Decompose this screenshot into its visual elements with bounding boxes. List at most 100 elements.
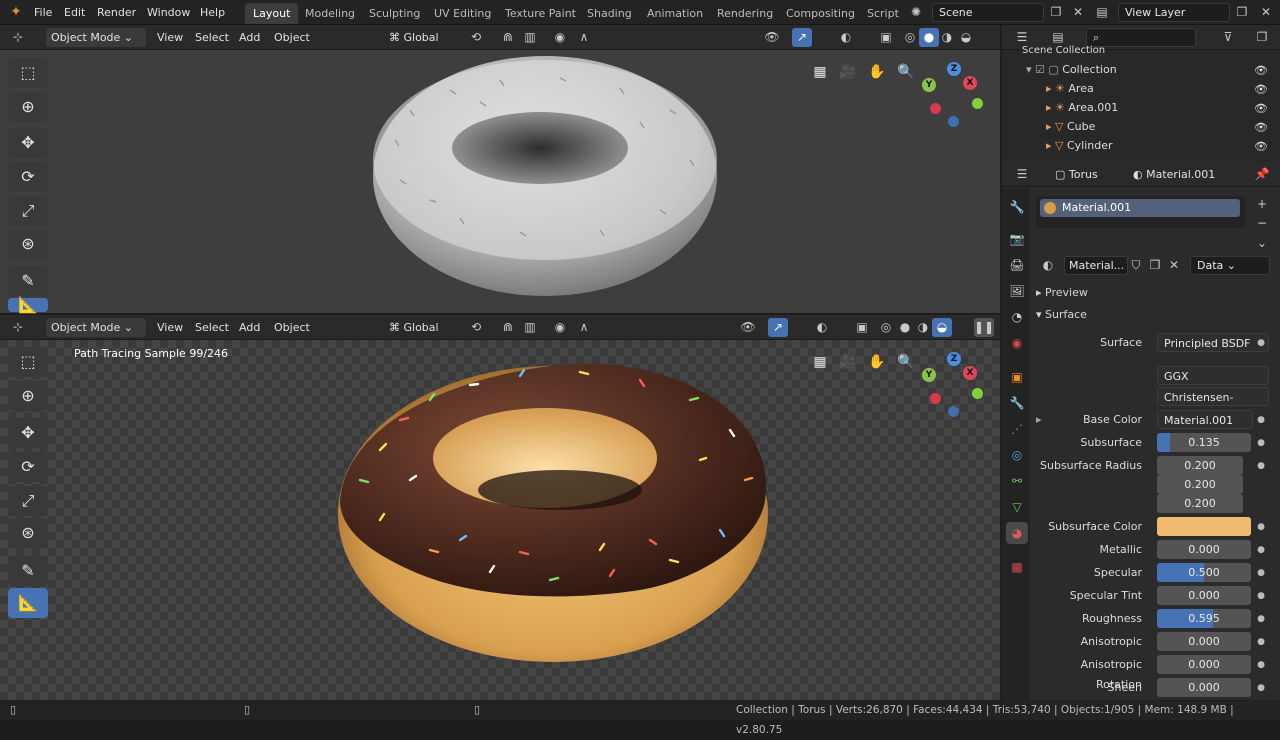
preview-panel-header[interactable]: ▸ Preview — [1036, 284, 1088, 302]
rendered-shading-icon[interactable]: ◒ — [956, 28, 976, 47]
anisotropic-rotation-slider[interactable]: 0.000 — [1157, 655, 1251, 674]
gizmo-neg-x[interactable] — [930, 103, 941, 114]
surface-panel-header[interactable]: ▾ Surface — [1036, 306, 1087, 324]
tab-scripting[interactable]: Script — [859, 3, 907, 24]
roughness-slider[interactable]: 0.595 — [1157, 609, 1251, 628]
link-socket-icon[interactable]: ● — [1254, 543, 1268, 557]
slot-menu-icon[interactable]: ⌄ — [1252, 234, 1272, 253]
gizmo-z-axis[interactable]: Z — [947, 62, 961, 76]
link-socket-icon[interactable]: ● — [1254, 566, 1268, 580]
gizmo-neg-z-2[interactable] — [948, 406, 959, 417]
mode-selector-2[interactable]: Object Mode ⌄ — [46, 318, 146, 337]
wireframe-shading-icon[interactable]: ◎ — [900, 28, 920, 47]
object-tab-icon[interactable]: ▣ — [1006, 366, 1028, 388]
transform-tool[interactable]: ⊛ — [8, 229, 48, 259]
gizmo-z-axis-2[interactable]: Z — [947, 352, 961, 366]
anisotropic-slider[interactable]: 0.000 — [1157, 632, 1251, 651]
eye-icon[interactable]: 👁 — [1254, 121, 1268, 134]
scene-collection-row[interactable]: Scene Collection — [1022, 45, 1262, 57]
tab-layout[interactable]: Layout — [245, 3, 299, 24]
gizmo-neg-x-2[interactable] — [930, 393, 941, 404]
solid-shading-icon-2[interactable]: ● — [895, 318, 915, 337]
viewport-top[interactable] — [0, 50, 1000, 313]
viewport-bottom[interactable] — [0, 340, 1000, 700]
tab-sculpting[interactable]: Sculpting — [361, 3, 428, 24]
scale-tool-2[interactable]: ⤢ — [8, 486, 48, 516]
unlink-material-icon[interactable]: ✕ — [1164, 256, 1184, 275]
outliner-item-cube[interactable]: ▸ ▽ Cube — [1002, 117, 1280, 136]
scale-tool[interactable]: ⤢ — [8, 196, 48, 226]
gizmo-y-axis[interactable]: Y — [922, 78, 936, 92]
visibility-icon[interactable]: 👁 — [762, 28, 782, 47]
rendered-shading-icon-2[interactable]: ◒ — [932, 318, 952, 337]
scene-tab-icon[interactable]: ◔ — [1006, 306, 1028, 328]
add-menu-2[interactable]: Add — [234, 318, 265, 337]
link-socket-icon[interactable]: ● — [1254, 681, 1268, 695]
subsurface-radius-y[interactable]: 0.200 — [1157, 475, 1243, 494]
tab-modeling[interactable]: Modeling — [297, 3, 363, 24]
perspective-toggle-icon[interactable]: ▦ — [808, 60, 832, 84]
menu-edit[interactable]: Edit — [58, 3, 91, 22]
annotate-tool[interactable]: ✎ — [8, 266, 48, 296]
cursor-tool[interactable]: ⊕ — [8, 92, 48, 122]
falloff-icon-2[interactable]: ∧ — [574, 318, 594, 337]
link-socket-icon[interactable]: ● — [1254, 520, 1268, 534]
orientation-selector-2[interactable]: ⌘ Global — [384, 318, 458, 337]
tab-animation[interactable]: Animation — [639, 3, 711, 24]
tab-compositing[interactable]: Compositing — [778, 3, 863, 24]
tab-texture-paint[interactable]: Texture Paint — [497, 3, 584, 24]
pan-view-icon-2[interactable]: ✋ — [865, 350, 889, 374]
duplicate-material-icon[interactable]: ❐ — [1145, 256, 1165, 275]
delete-view-layer-icon[interactable]: ✕ — [1256, 3, 1276, 22]
world-tab-icon[interactable]: ◉ — [1006, 332, 1028, 354]
specular-tint-slider[interactable]: 0.000 — [1157, 586, 1251, 605]
gizmo-neg-y-2[interactable] — [972, 388, 983, 399]
base-color-field[interactable]: Material.001 Ba... — [1157, 410, 1253, 429]
view-layer-field[interactable]: View Layer — [1118, 3, 1230, 22]
select-menu-2[interactable]: Select — [190, 318, 234, 337]
cursor-tool-2[interactable]: ⊕ — [8, 381, 48, 411]
outliner-item-cylinder[interactable]: ▸ ▽ Cylinder — [1002, 136, 1280, 155]
tool-tab-icon[interactable]: 🔧 — [1006, 196, 1028, 218]
select-box-tool-2[interactable]: ⬚ — [8, 347, 48, 377]
eye-icon[interactable]: 👁 — [1254, 140, 1268, 153]
gizmo-toggle-icon[interactable]: ↗ — [792, 28, 812, 47]
view-layer-icon[interactable]: ▤ — [1092, 3, 1112, 22]
new-scene-icon[interactable]: ❐ — [1046, 3, 1066, 22]
properties-editor-icon[interactable]: ☰ — [1012, 165, 1032, 184]
add-slot-icon[interactable]: + — [1252, 195, 1272, 214]
gizmo-x-axis-2[interactable]: X — [963, 366, 977, 380]
snap-icon[interactable]: ⋒ — [498, 28, 518, 47]
menu-help[interactable]: Help — [194, 3, 231, 22]
material-shading-icon[interactable]: ◑ — [937, 28, 957, 47]
subsurface-method-select[interactable]: Christensen-Burley — [1157, 387, 1269, 423]
camera-view-icon[interactable]: 🎥 — [836, 60, 860, 84]
editor-type-icon-2[interactable]: ⊹ — [8, 318, 28, 337]
gizmo-neg-y[interactable] — [972, 98, 983, 109]
link-socket-icon[interactable]: ● — [1254, 413, 1268, 427]
subsurface-radius-z[interactable]: 0.200 — [1157, 494, 1243, 513]
pin-icon[interactable]: 📌 — [1252, 165, 1272, 184]
surface-shader-field[interactable]: Principled BSDF — [1157, 333, 1269, 352]
falloff-icon[interactable]: ∧ — [574, 28, 594, 47]
tab-rendering[interactable]: Rendering — [709, 3, 781, 24]
link-socket-icon[interactable]: ● — [1254, 436, 1268, 450]
collection-row[interactable]: ▾ ☑ ▢ Collection — [1002, 60, 1280, 79]
gizmo-y-axis-2[interactable]: Y — [922, 368, 936, 382]
visibility-icon-2[interactable]: 👁 — [738, 318, 758, 337]
link-socket-icon[interactable]: ● — [1254, 635, 1268, 649]
move-tool-2[interactable]: ✥ — [8, 418, 48, 448]
overlays-icon-2[interactable]: ◐ — [812, 318, 832, 337]
metallic-slider[interactable]: 0.000 — [1157, 540, 1251, 559]
distribution-select[interactable]: GGX — [1157, 366, 1269, 385]
xray-icon[interactable]: ▣ — [876, 28, 896, 47]
overlays-icon[interactable]: ◐ — [836, 28, 856, 47]
object-breadcrumb[interactable]: ▢ Torus — [1050, 165, 1103, 184]
subsurface-color-swatch[interactable] — [1157, 517, 1251, 536]
object-menu-2[interactable]: Object — [269, 318, 315, 337]
annotate-tool-2[interactable]: ✎ — [8, 556, 48, 586]
output-tab-icon[interactable]: 🖨 — [1006, 254, 1028, 276]
xray-icon-2[interactable]: ▣ — [852, 318, 872, 337]
eye-icon[interactable]: 👁 — [1254, 64, 1268, 77]
navigation-gizmo-top[interactable]: Z X Y — [920, 62, 990, 128]
